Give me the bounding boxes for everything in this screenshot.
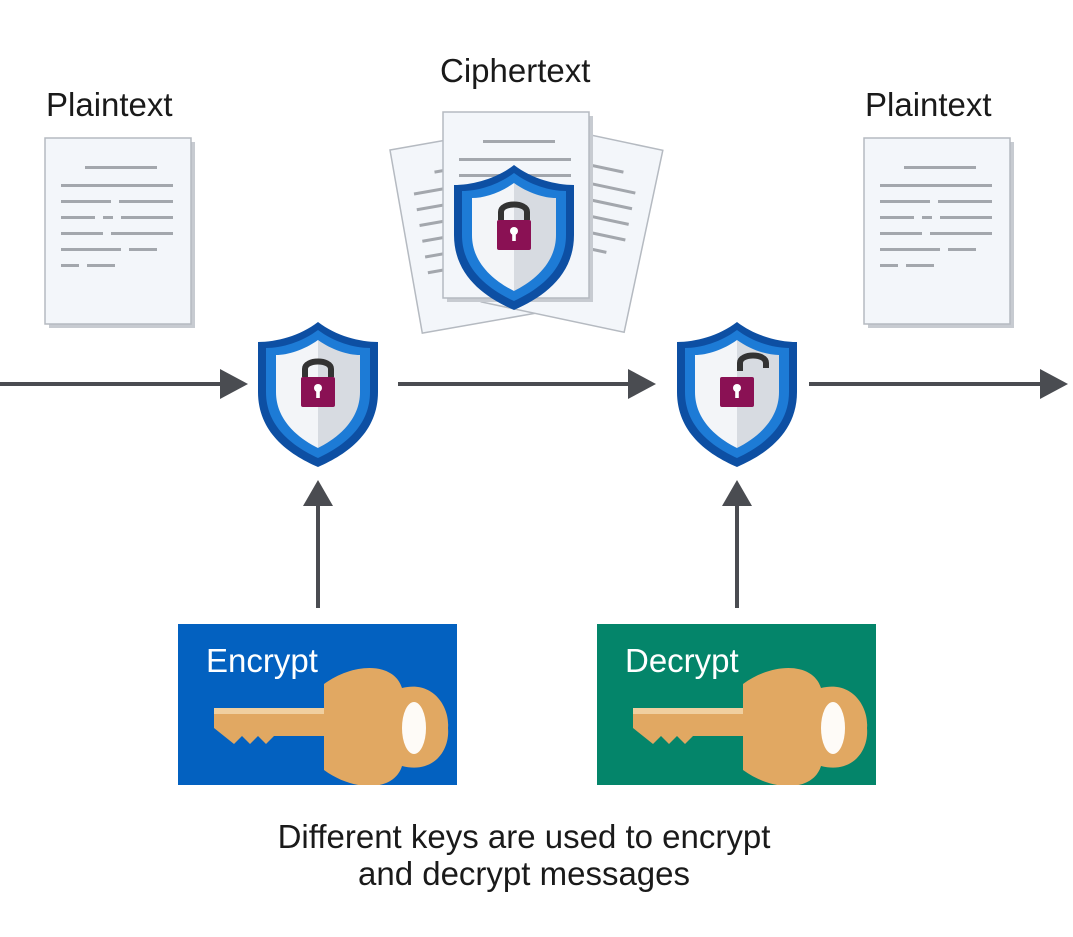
arrow-right-icon (0, 369, 248, 399)
decrypt-key-box: Decrypt (597, 624, 876, 785)
arrow-right-icon (398, 369, 656, 399)
caption-line-1: Different keys are used to encrypt (277, 818, 771, 855)
encrypt-shield-lock-icon (258, 322, 378, 467)
ciphertext-label: Ciphertext (440, 52, 591, 89)
plaintext-right-document (864, 138, 1014, 328)
plaintext-right-label: Plaintext (865, 86, 992, 123)
arrow-right-icon (809, 369, 1068, 399)
key-icon (633, 667, 868, 785)
key-icon (214, 667, 449, 785)
caption-line-2: and decrypt messages (357, 855, 690, 892)
arrow-up-icon (722, 480, 752, 608)
plaintext-left-label: Plaintext (46, 86, 173, 123)
encryption-diagram (0, 111, 1068, 608)
decrypt-shield-unlock-icon (677, 322, 797, 467)
caption: Different keys are used to encrypt and d… (0, 818, 1048, 892)
arrow-up-icon (303, 480, 333, 608)
encrypt-key-box: Encrypt (178, 624, 457, 785)
plaintext-left-document (45, 138, 195, 328)
